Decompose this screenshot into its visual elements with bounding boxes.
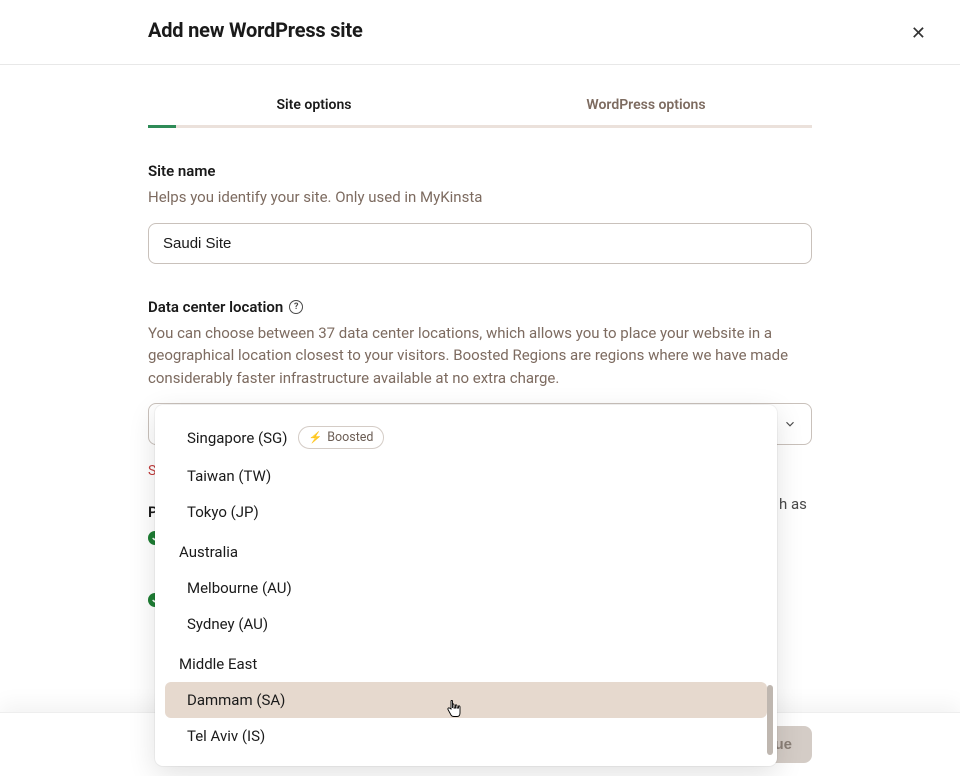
bolt-icon: ⚡ [309, 431, 323, 444]
field-site-name: Site name Helps you identify your site. … [148, 162, 812, 264]
dropdown-scrollbar[interactable] [767, 685, 773, 755]
site-name-label: Site name [148, 162, 215, 180]
dc-option-label: Dammam (SA) [187, 691, 285, 709]
dc-group-australia: Australia [165, 534, 767, 570]
close-button[interactable]: ✕ [907, 20, 930, 46]
info-icon[interactable]: ? [289, 300, 303, 314]
tab-wordpress-options[interactable]: WordPress options [480, 89, 812, 125]
dc-option-label: Sydney (AU) [187, 615, 268, 633]
dc-option-taiwan[interactable]: Taiwan (TW) [165, 458, 767, 494]
close-icon: ✕ [911, 23, 926, 43]
progress-indicator [148, 125, 176, 128]
dc-option-melbourne[interactable]: Melbourne (AU) [165, 570, 767, 606]
dc-option-label: Melbourne (AU) [187, 579, 292, 597]
datacenter-dropdown: Singapore (SG) ⚡ Boosted Taiwan (TW) Tok… [155, 405, 777, 766]
modal-title: Add new WordPress site [148, 18, 363, 42]
dc-option-telaviv[interactable]: Tel Aviv (IS) [165, 718, 767, 754]
cursor-pointer-icon [446, 700, 462, 722]
dc-option-label: Singapore (SG) [187, 429, 288, 447]
chevron-down-icon [783, 417, 797, 431]
boosted-label: Boosted [327, 430, 373, 445]
tab-site-options[interactable]: Site options [148, 89, 480, 125]
continue-label-fragment: ue [774, 736, 792, 753]
site-name-input[interactable] [148, 223, 812, 264]
dc-option-dammam[interactable]: Dammam (SA) [165, 682, 767, 718]
dc-option-singapore[interactable]: Singapore (SG) ⚡ Boosted [165, 417, 767, 458]
dc-option-sydney[interactable]: Sydney (AU) [165, 606, 767, 642]
text-overflow-peek: h as [779, 495, 807, 513]
modal-header: Add new WordPress site [0, 0, 960, 65]
wizard-tabs: Site options WordPress options [148, 89, 812, 128]
boosted-badge: ⚡ Boosted [298, 426, 385, 449]
datacenter-help: You can choose between 37 data center lo… [148, 322, 812, 390]
dc-option-label: Tokyo (JP) [187, 503, 259, 521]
dc-option-label: Taiwan (TW) [187, 467, 271, 485]
site-name-help: Helps you identify your site. Only used … [148, 186, 812, 209]
dc-group-middle-east: Middle East [165, 646, 767, 682]
datacenter-label: Data center location [148, 298, 283, 316]
dc-option-label: Tel Aviv (IS) [187, 727, 265, 745]
dc-option-tokyo[interactable]: Tokyo (JP) [165, 494, 767, 530]
